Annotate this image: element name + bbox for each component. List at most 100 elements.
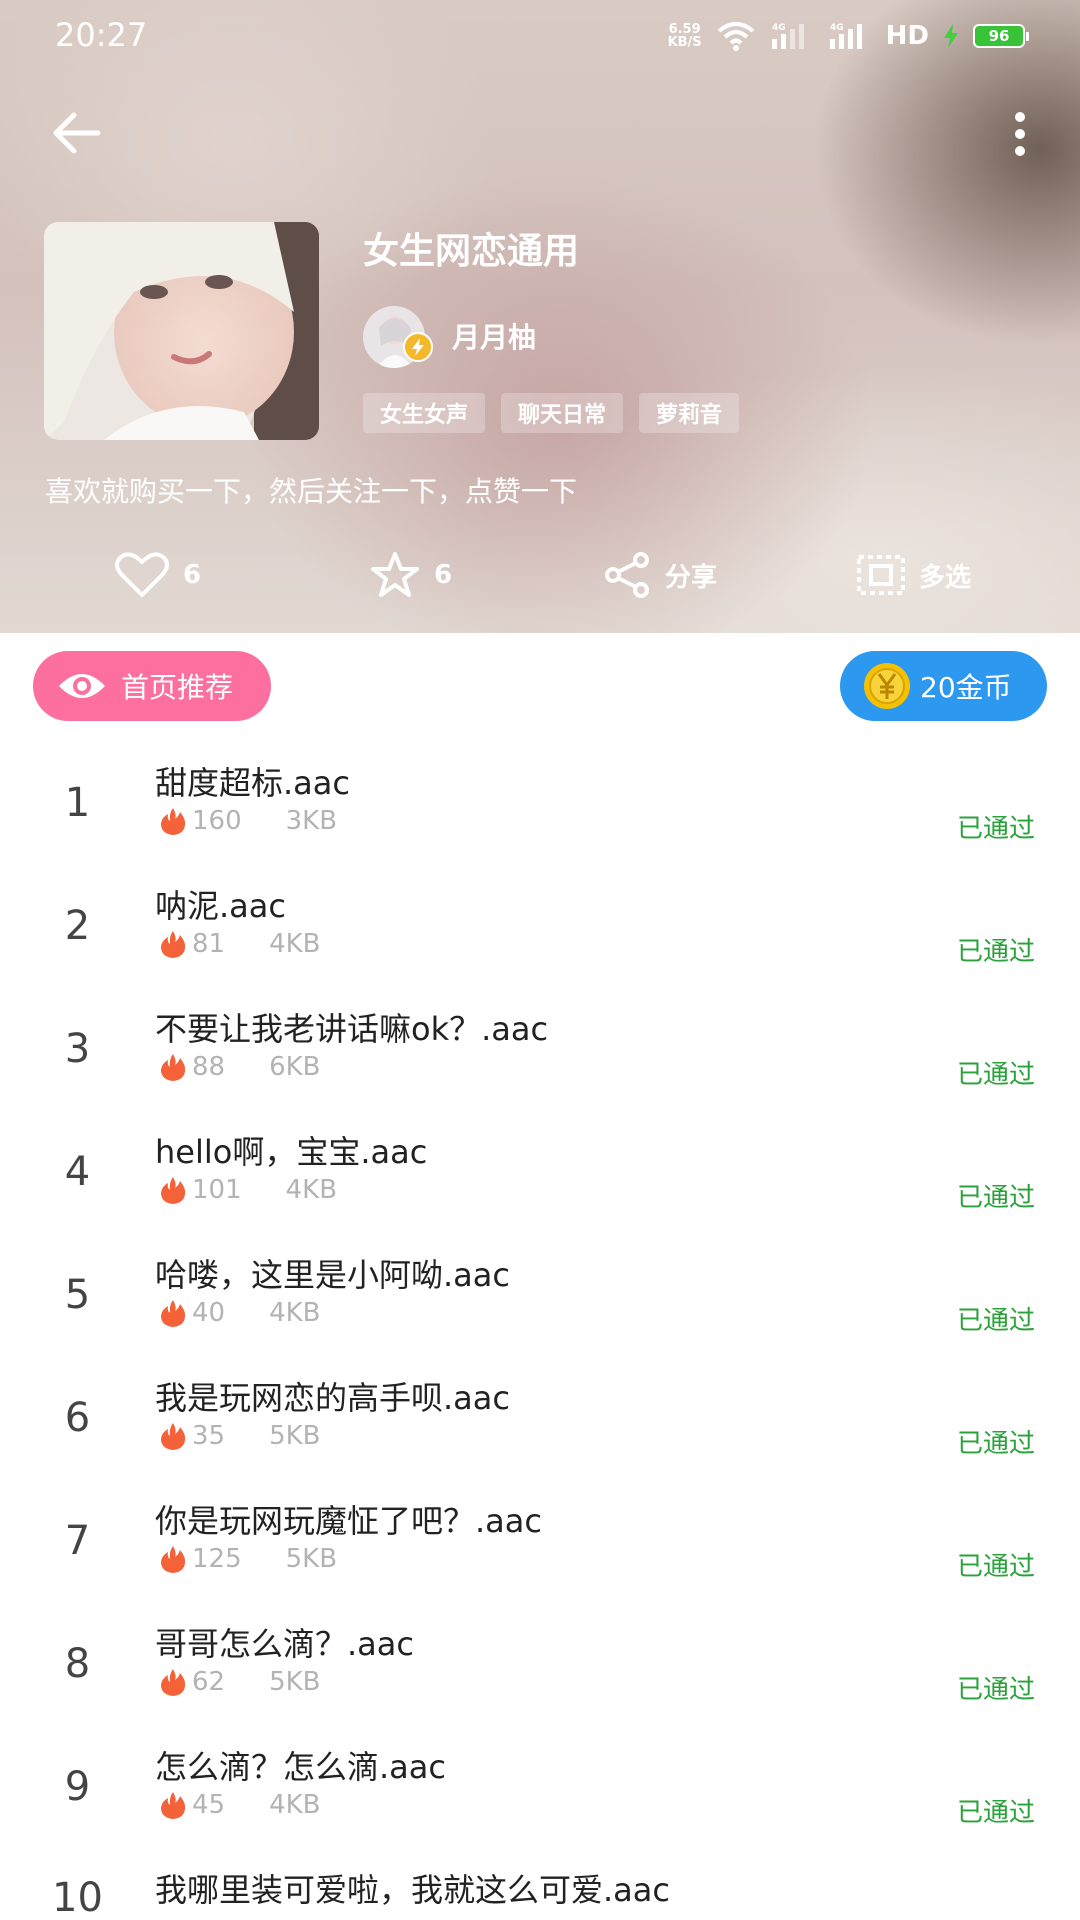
audio-list-item[interactable]: 9 怎么滴？怎么滴.aac 45 4KB 已通过 <box>0 1724 1080 1847</box>
favorite-button[interactable]: 6 <box>370 545 452 605</box>
item-title: 我是玩网恋的高手呗.aac <box>155 1379 510 1417</box>
item-meta: 160 3KB <box>158 806 337 836</box>
item-number: 1 <box>64 780 91 826</box>
signal-icon-2: 4G <box>829 23 862 49</box>
status-bar: 20:27 6.59 KB/S 4G 4G HD 96 <box>0 0 1080 70</box>
item-title: 不要让我老讲话嘛ok？.aac <box>155 1010 549 1048</box>
review-status: 已通过 <box>956 814 1035 844</box>
album-header: 20:27 6.59 KB/S 4G 4G HD 96 女生网恋通用 月月柚 女… <box>0 0 1080 633</box>
item-number: 6 <box>64 1395 91 1441</box>
album-title: 女生网恋通用 <box>363 231 580 272</box>
file-size: 4KB <box>269 1790 321 1820</box>
battery-indicator: 96 <box>973 24 1029 48</box>
item-title: 呐泥.aac <box>155 887 286 925</box>
review-status: 已通过 <box>956 1183 1035 1213</box>
item-meta: 125 5KB <box>158 1544 337 1574</box>
review-status: 已通过 <box>956 1675 1035 1705</box>
status-time: 20:27 <box>55 16 148 54</box>
share-button[interactable]: 分享 <box>603 545 717 605</box>
svg-text:4G: 4G <box>830 23 844 33</box>
tag[interactable]: 聊天日常 <box>501 393 624 433</box>
audio-list-item[interactable]: 5 哈喽，这里是小阿呦.aac 40 4KB 已通过 <box>0 1232 1080 1355</box>
like-button[interactable]: 6 <box>115 545 201 605</box>
item-number: 8 <box>64 1641 91 1687</box>
arrow-left-icon <box>53 112 101 154</box>
fire-icon <box>161 1792 186 1819</box>
audio-list-item[interactable]: 8 哥哥怎么滴？.aac 62 5KB 已通过 <box>0 1601 1080 1724</box>
author-name[interactable]: 月月柚 <box>452 316 536 356</box>
network-speed: 6.59 KB/S <box>667 22 702 50</box>
status-icons: 6.59 KB/S 4G 4G HD 96 <box>667 18 1029 54</box>
review-status: 已通过 <box>956 937 1035 967</box>
item-meta: 40 4KB <box>158 1298 321 1328</box>
audio-list-item[interactable]: 3 不要让我老讲话嘛ok？.aac 88 6KB 已通过 <box>0 986 1080 1109</box>
item-meta: 62 5KB <box>158 1667 321 1697</box>
fire-icon <box>161 1546 186 1573</box>
fire-icon <box>161 931 186 958</box>
item-number: 3 <box>64 1026 91 1072</box>
more-vertical-icon <box>1015 112 1025 156</box>
signal-icon: 4G <box>771 23 804 49</box>
item-title: 怎么滴？怎么滴.aac <box>155 1748 446 1786</box>
audio-list-item[interactable]: 10 我哪里装可爱啦，我就这么可爱.aac <box>0 1847 1080 1920</box>
review-status: 已通过 <box>956 1060 1035 1090</box>
item-number: 10 <box>52 1875 103 1920</box>
tag[interactable]: 萝莉音 <box>639 393 740 433</box>
file-size: 5KB <box>285 1544 338 1574</box>
album-description: 喜欢就购买一下，然后关注一下，点赞一下 <box>45 475 578 508</box>
tag[interactable]: 女生女声 <box>363 393 486 433</box>
play-count: 125 <box>192 1544 242 1574</box>
item-number: 7 <box>64 1518 91 1564</box>
file-size: 3KB <box>285 806 338 836</box>
file-size: 5KB <box>269 1667 321 1697</box>
item-meta: 45 4KB <box>158 1790 321 1820</box>
item-meta: 35 5KB <box>158 1421 321 1451</box>
review-status: 已通过 <box>956 1429 1035 1459</box>
fire-icon <box>161 1054 186 1081</box>
file-size: 4KB <box>285 1175 338 1205</box>
item-title: hello啊，宝宝.aac <box>155 1133 428 1171</box>
album-cover-image[interactable] <box>44 222 319 440</box>
item-title: 哈喽，这里是小阿呦.aac <box>155 1256 510 1294</box>
item-number: 9 <box>64 1764 91 1810</box>
audio-list-item[interactable]: 7 你是玩网玩魔怔了吧？.aac 125 5KB 已通过 <box>0 1478 1080 1601</box>
file-size: 4KB <box>269 929 321 959</box>
audio-list-item[interactable]: 1 甜度超标.aac 160 3KB 已通过 <box>0 740 1080 863</box>
file-size: 6KB <box>269 1052 321 1082</box>
fire-icon <box>161 1669 186 1696</box>
review-status: 已通过 <box>956 1798 1035 1828</box>
multiselect-button[interactable]: 多选 <box>857 545 971 605</box>
play-count: 40 <box>192 1298 226 1328</box>
item-number: 4 <box>64 1149 91 1195</box>
like-count: 6 <box>183 560 202 590</box>
wifi-icon <box>717 22 754 51</box>
file-size: 5KB <box>269 1421 321 1451</box>
item-title: 我哪里装可爱啦，我就这么可爱.aac <box>155 1871 670 1909</box>
recommend-label: 首页推荐 <box>121 671 234 704</box>
audio-list-item[interactable]: 4 hello啊，宝宝.aac 101 4KB 已通过 <box>0 1109 1080 1232</box>
star-icon <box>371 552 419 597</box>
heart-icon <box>115 552 169 597</box>
play-count: 81 <box>192 929 226 959</box>
share-label: 分享 <box>665 562 718 593</box>
homepage-recommend-button[interactable]: 首页推荐 <box>33 651 271 721</box>
audio-list-item[interactable]: 6 我是玩网恋的高手呗.aac 35 5KB 已通过 <box>0 1355 1080 1478</box>
action-bar: 6 6 分享 多选 <box>0 545 1080 605</box>
fire-icon <box>161 1423 186 1450</box>
item-title: 甜度超标.aac <box>155 764 350 802</box>
fire-icon <box>161 1177 186 1204</box>
more-menu-button[interactable] <box>1000 108 1040 160</box>
play-count: 35 <box>192 1421 226 1451</box>
item-meta: 88 6KB <box>158 1052 321 1082</box>
back-button[interactable] <box>48 108 108 158</box>
play-count: 88 <box>192 1052 226 1082</box>
play-count: 62 <box>192 1667 226 1697</box>
item-number: 5 <box>64 1272 91 1318</box>
multiselect-label: 多选 <box>919 562 972 593</box>
multiselect-icon <box>857 555 905 595</box>
coin-price-button[interactable]: 20金币 <box>840 651 1047 721</box>
tag-list: 女生女声 聊天日常 萝莉音 <box>363 393 740 433</box>
review-status: 已通过 <box>956 1552 1035 1582</box>
audio-list-item[interactable]: 2 呐泥.aac 81 4KB 已通过 <box>0 863 1080 986</box>
hd-indicator: HD <box>885 21 929 51</box>
